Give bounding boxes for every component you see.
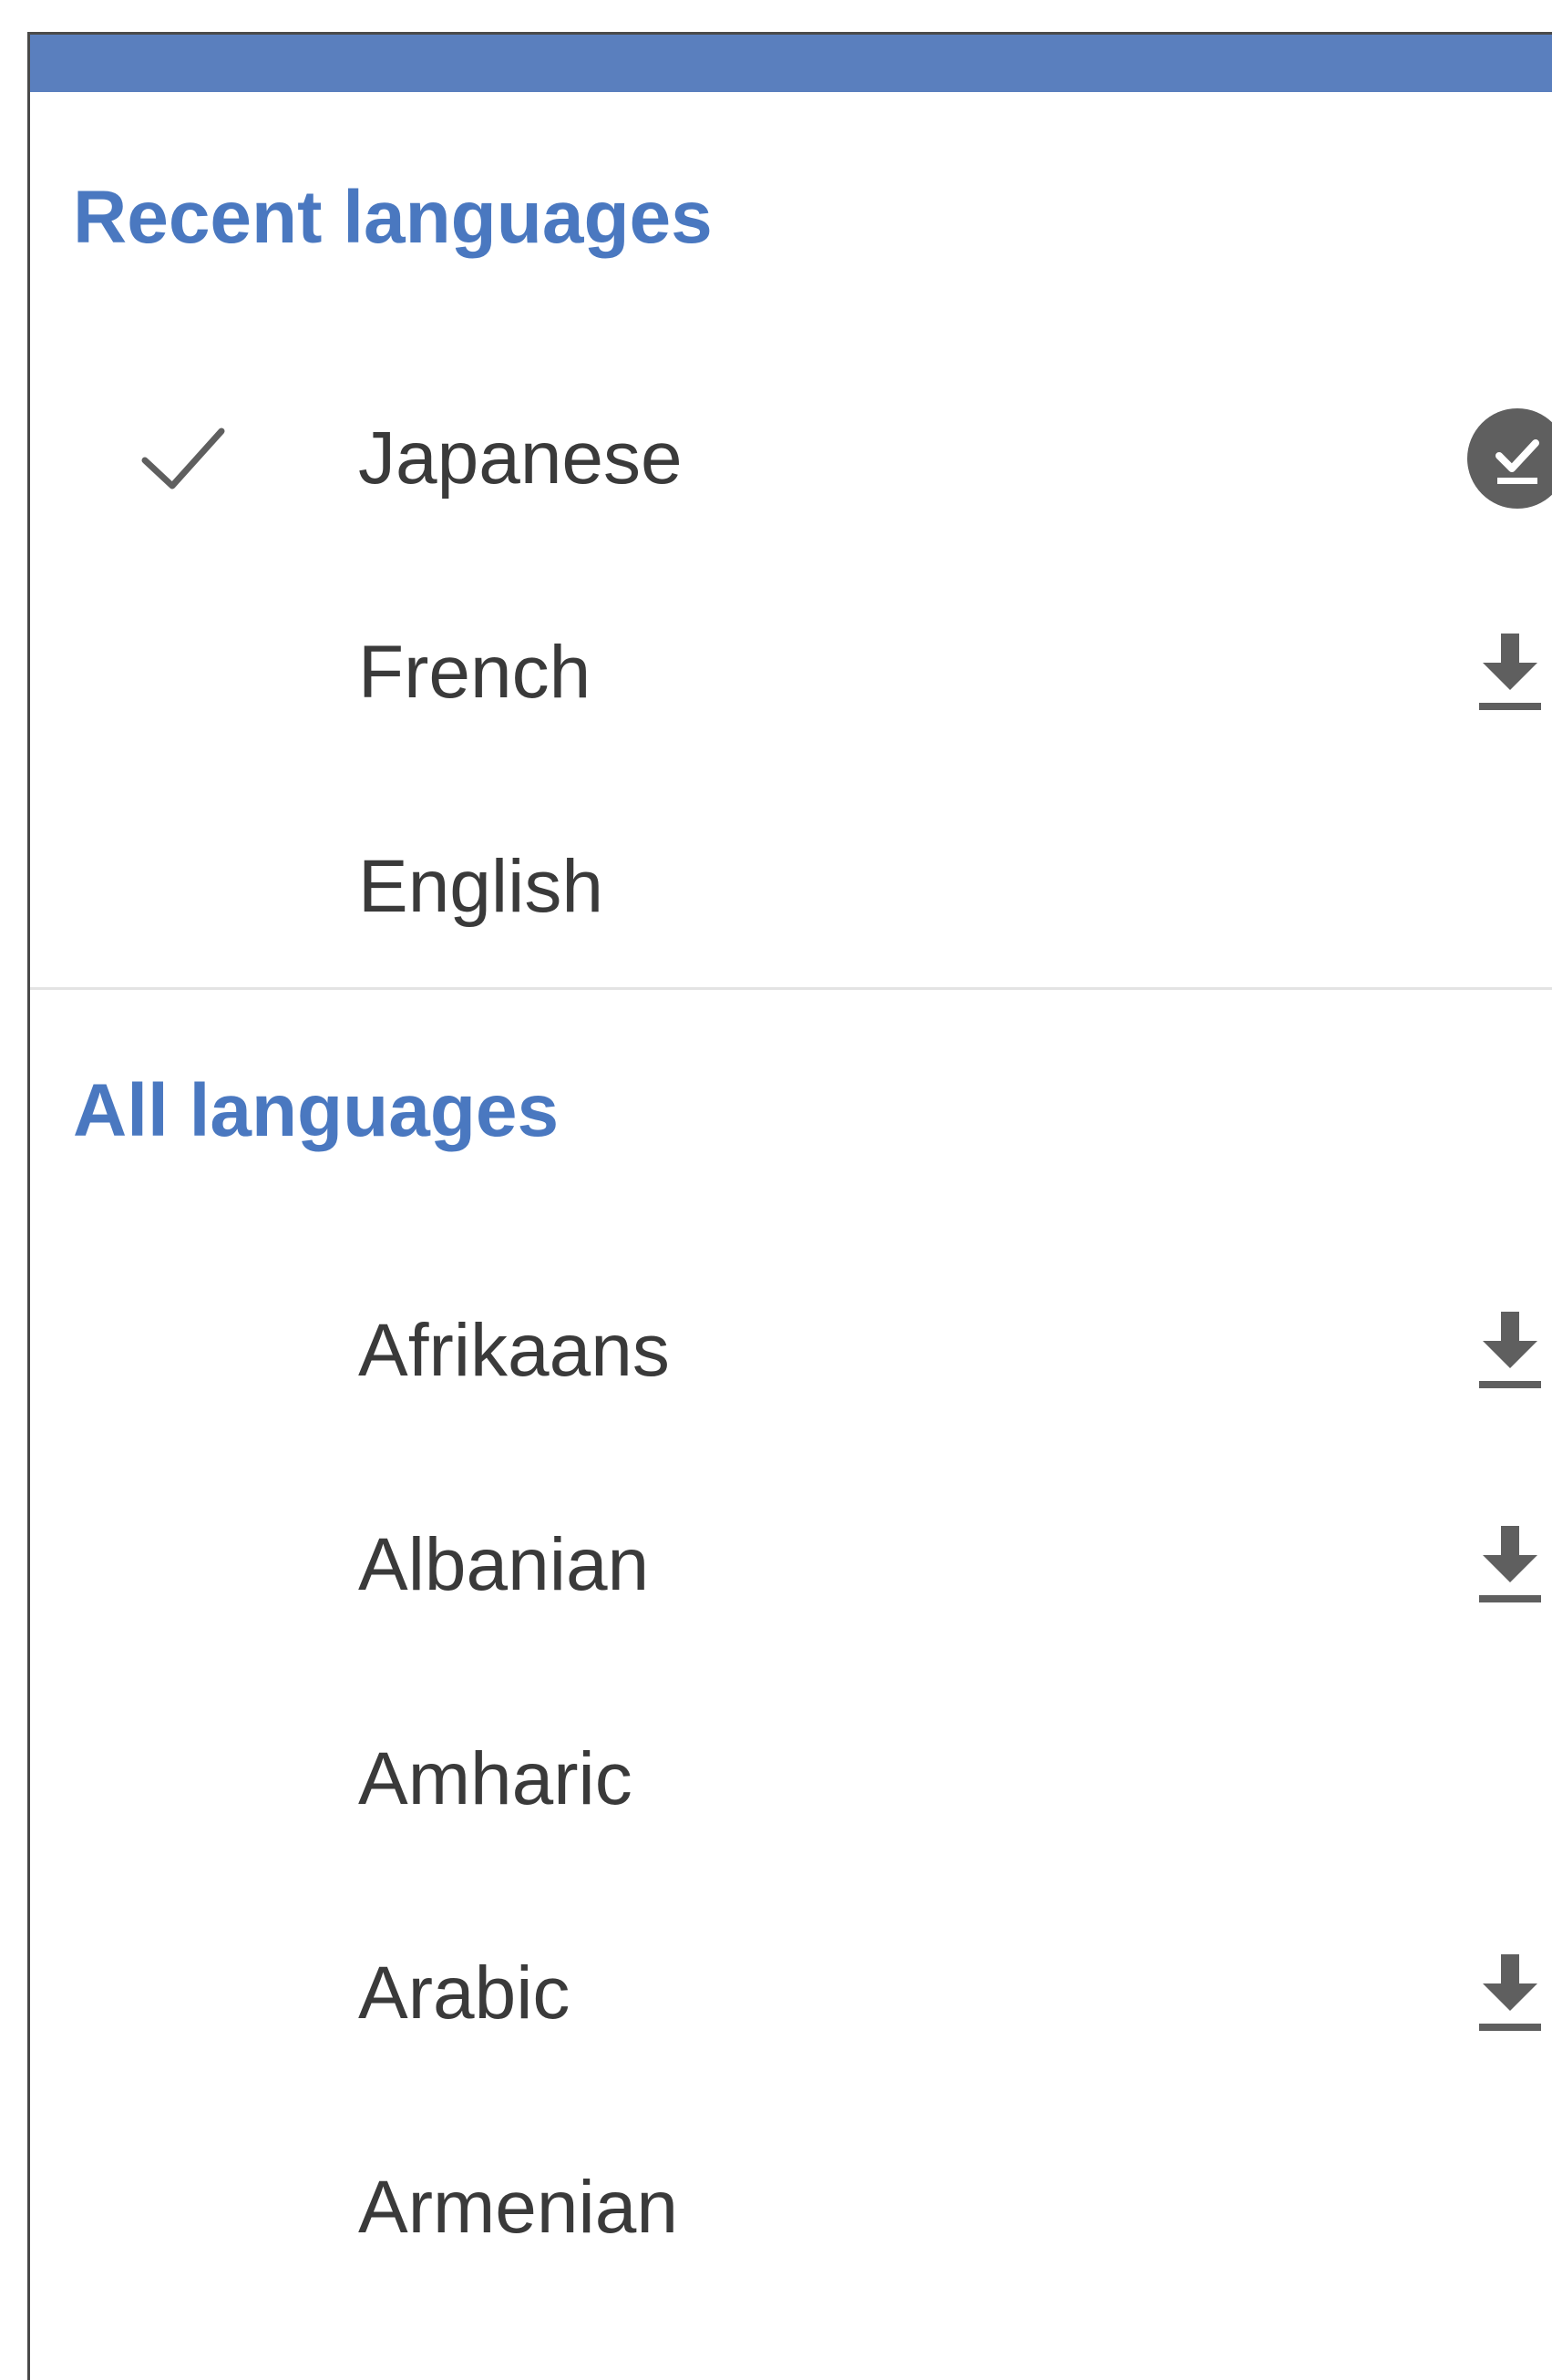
language-label: English: [358, 845, 603, 928]
language-row-japanese[interactable]: Japanese: [30, 367, 1552, 550]
section-divider: [30, 987, 1552, 990]
download-icon[interactable]: [1477, 1524, 1543, 1606]
language-label: Amharic: [358, 1737, 632, 1820]
language-row-afrikaans[interactable]: Afrikaans: [30, 1260, 1552, 1442]
download-icon[interactable]: [1477, 1310, 1543, 1392]
language-label: Afrikaans: [358, 1309, 670, 1392]
top-bar: [30, 35, 1552, 92]
recent-languages-header: Recent languages: [73, 176, 713, 259]
download-icon[interactable]: [1477, 632, 1543, 714]
check-icon: [141, 428, 225, 489]
language-row-armenian[interactable]: Armenian: [30, 2117, 1552, 2299]
all-languages-header: All languages: [73, 1069, 560, 1152]
language-picker-panel: Recent languages Japanese French English…: [27, 32, 1552, 2380]
language-label: Armenian: [358, 2166, 678, 2249]
language-label: French: [358, 631, 591, 714]
language-row-arabic[interactable]: Arabic: [30, 1902, 1552, 2085]
language-row-french[interactable]: French: [30, 582, 1552, 764]
language-label: Japanese: [358, 417, 683, 500]
language-row-albanian[interactable]: Albanian: [30, 1474, 1552, 1656]
language-label: Arabic: [358, 1952, 570, 2035]
download-icon[interactable]: [1477, 1952, 1543, 2035]
language-label: Albanian: [358, 1523, 650, 1606]
downloaded-check-icon[interactable]: [1452, 408, 1552, 509]
language-row-amharic[interactable]: Amharic: [30, 1688, 1552, 1870]
language-row-english[interactable]: English: [30, 796, 1552, 978]
